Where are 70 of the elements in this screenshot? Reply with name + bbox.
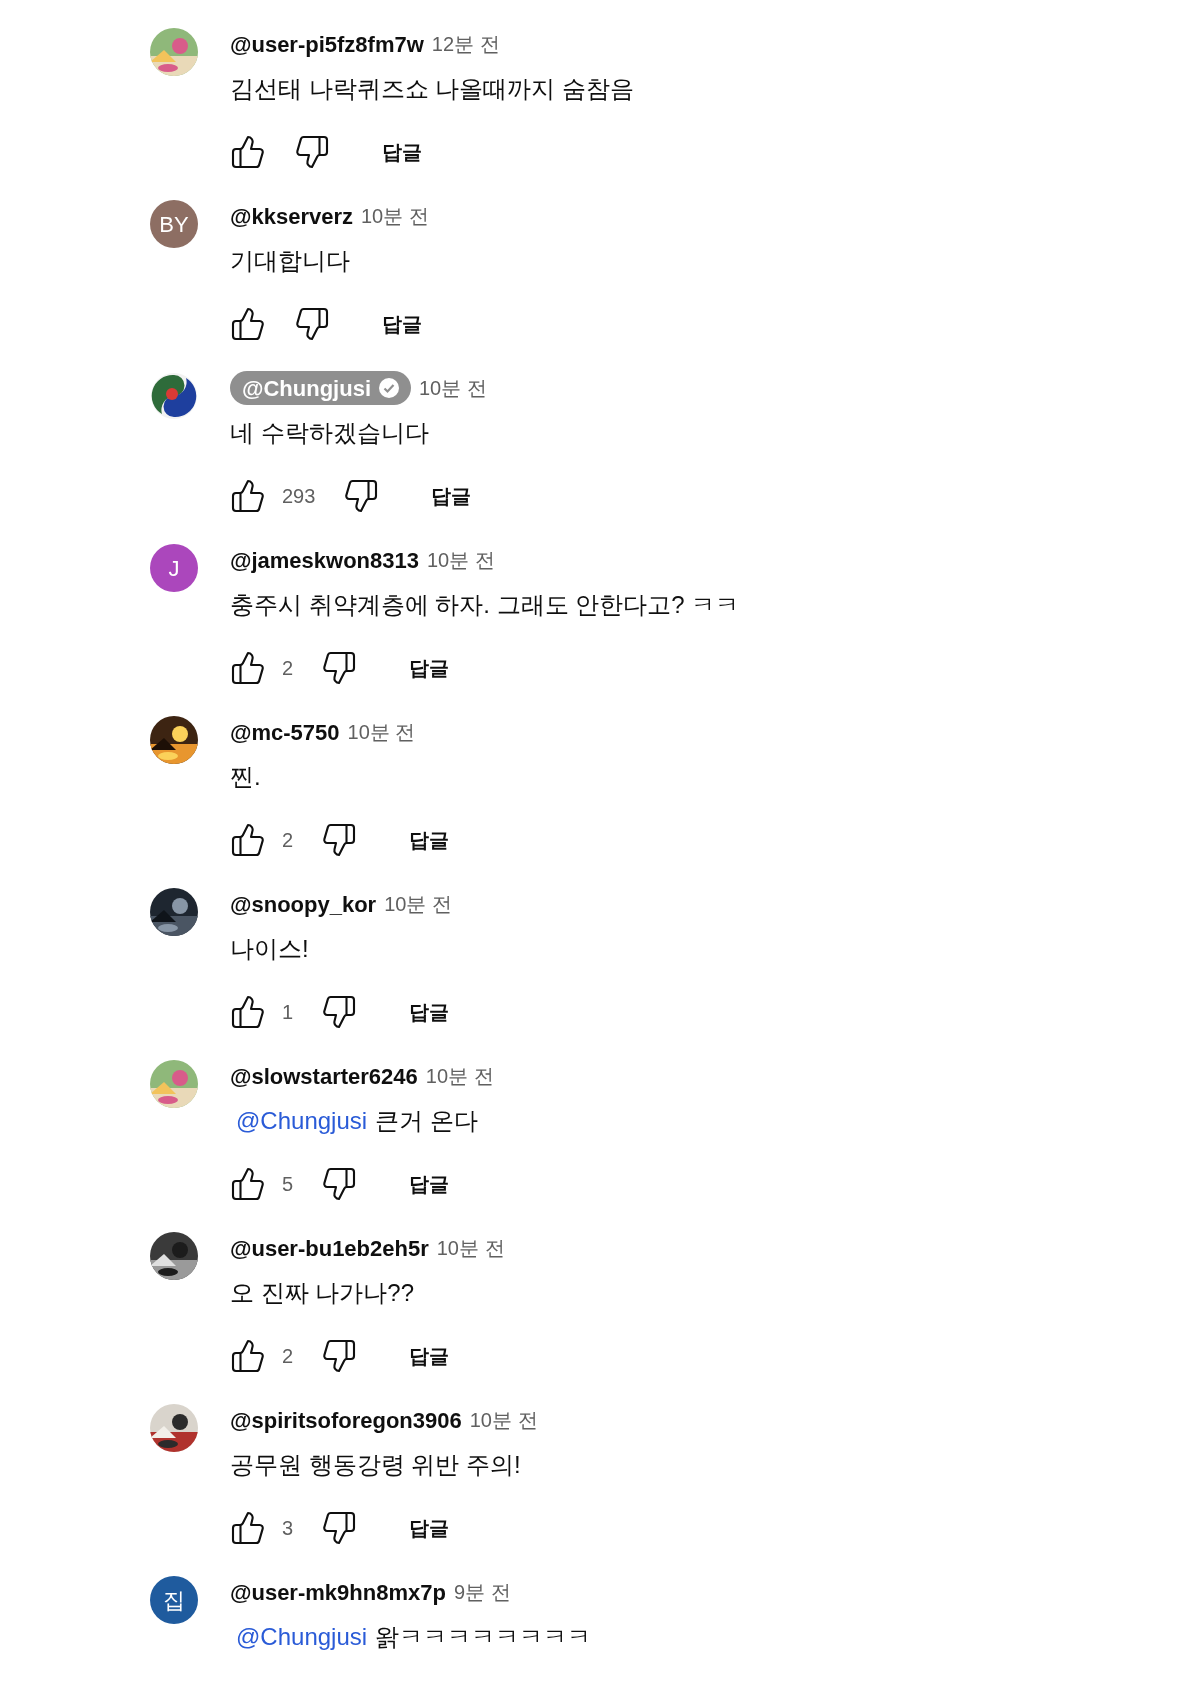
like-count: 1 xyxy=(282,1000,294,1025)
reply-button[interactable]: 답글 xyxy=(401,1508,458,1548)
timestamp[interactable]: 10분 전 xyxy=(347,717,416,747)
reply-button[interactable]: 답글 xyxy=(401,648,458,688)
comment-text: 나이스! xyxy=(230,934,309,964)
dislike-icon[interactable] xyxy=(321,1338,358,1374)
reply-button[interactable]: 답글 xyxy=(374,304,430,344)
mention-link[interactable]: @Chungjusi xyxy=(236,1104,368,1138)
like-count: 2 xyxy=(282,1344,294,1369)
dislike-icon[interactable] xyxy=(294,306,330,342)
like-count: 3 xyxy=(282,1516,294,1541)
dislike-icon[interactable] xyxy=(294,134,330,170)
timestamp[interactable]: 12분 전 xyxy=(431,29,500,59)
author-name[interactable]: @kkserverz xyxy=(230,199,353,233)
dislike-icon[interactable] xyxy=(321,650,358,686)
dislike-icon[interactable] xyxy=(321,994,358,1030)
avatar[interactable]: BY xyxy=(150,200,198,248)
dislike-icon[interactable] xyxy=(343,478,380,514)
comment-text: 공무원 행동강령 위반 주의! xyxy=(230,1450,521,1480)
author-name[interactable]: @mc-5750 xyxy=(230,715,340,749)
dislike-icon[interactable] xyxy=(321,1166,358,1202)
like-icon[interactable] xyxy=(230,994,266,1030)
like-icon[interactable] xyxy=(230,306,266,342)
author-name[interactable]: @jameskwon8313 xyxy=(230,543,419,577)
like-icon[interactable] xyxy=(230,1166,266,1202)
author-name[interactable]: @spiritsoforegon3906 xyxy=(230,1403,462,1437)
author-name[interactable]: @slowstarter6246 xyxy=(230,1059,418,1093)
timestamp[interactable]: 10분 전 xyxy=(419,373,487,403)
timestamp[interactable]: 10분 전 xyxy=(361,201,429,231)
comment-text: 충주시 취약계층에 하자. 그래도 안한다고? ㅋㅋ xyxy=(230,590,740,620)
timestamp[interactable]: 10분 전 xyxy=(469,1405,538,1435)
timestamp[interactable]: 10분 전 xyxy=(384,889,452,919)
reply-button[interactable]: 답글 xyxy=(401,1164,458,1204)
reply-button[interactable]: 답글 xyxy=(401,1336,458,1376)
verified-icon xyxy=(379,378,399,398)
avatar[interactable]: 집 xyxy=(150,1576,198,1624)
comment-text: 찐. xyxy=(230,762,261,792)
reply-button[interactable]: 답글 xyxy=(401,820,458,860)
like-count: 293 xyxy=(282,484,316,509)
like-icon[interactable] xyxy=(230,650,266,686)
like-icon[interactable] xyxy=(230,822,266,858)
dislike-icon[interactable] xyxy=(321,822,358,858)
logo-icon[interactable] xyxy=(150,372,198,420)
like-count: 2 xyxy=(282,828,294,853)
comment-text: 기대합니다 xyxy=(230,246,350,276)
comment-text: 큰거 온다 xyxy=(375,1106,478,1136)
comment-text: 왉ㅋㅋㅋㅋㅋㅋㅋㅋ xyxy=(375,1622,592,1652)
timestamp[interactable]: 10분 전 xyxy=(436,1233,505,1263)
like-count: 5 xyxy=(282,1172,294,1197)
reply-button[interactable]: 답글 xyxy=(423,476,480,516)
author-name[interactable]: @user-bu1eb2eh5r xyxy=(230,1231,429,1265)
reply-button[interactable]: 답글 xyxy=(374,132,430,172)
timestamp[interactable]: 10분 전 xyxy=(425,1061,494,1091)
like-icon[interactable] xyxy=(230,1510,266,1546)
comment-text: 네 수락하겠습니다 xyxy=(230,418,429,448)
timestamp[interactable]: 10분 전 xyxy=(427,545,495,575)
dislike-icon[interactable] xyxy=(321,1510,358,1546)
avatar[interactable]: J xyxy=(150,544,198,592)
comment-text: 오 진짜 나가나?? xyxy=(230,1278,415,1308)
like-icon[interactable] xyxy=(230,1338,266,1374)
author-name[interactable]: @user-pi5fz8fm7w xyxy=(230,27,424,61)
like-icon[interactable] xyxy=(230,134,266,170)
timestamp[interactable]: 9분 전 xyxy=(453,1577,511,1607)
author-name[interactable]: @snoopy_kor xyxy=(230,887,377,921)
comment-text: 김선태 나락퀴즈쇼 나올때까지 숨참음 xyxy=(230,74,634,104)
author-name[interactable]: @user-mk9hn8mx7p xyxy=(230,1575,446,1609)
mention-link[interactable]: @Chungjusi xyxy=(236,1620,368,1654)
reply-button[interactable]: 답글 xyxy=(401,992,458,1032)
like-icon[interactable] xyxy=(230,478,266,514)
like-count: 2 xyxy=(282,656,294,681)
